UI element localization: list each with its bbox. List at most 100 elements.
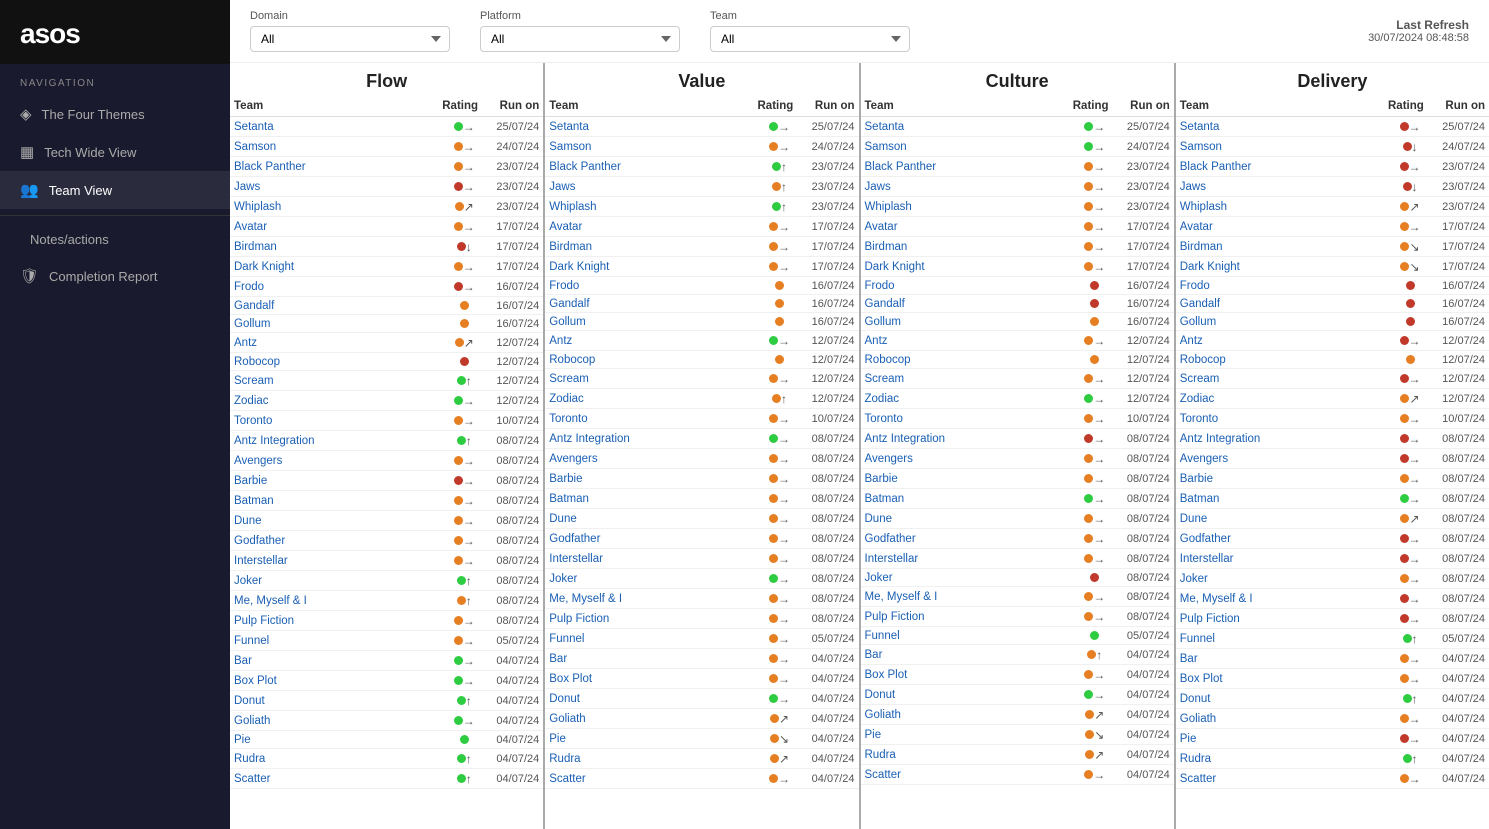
team-name-cell[interactable]: Toronto [545, 409, 753, 429]
team-name[interactable]: Avatar [1180, 221, 1213, 233]
team-name[interactable]: Gollum [234, 318, 270, 330]
team-name[interactable]: Godfather [549, 533, 600, 545]
team-name-cell[interactable]: Dune [230, 511, 438, 531]
team-name-cell[interactable]: Antz [1176, 331, 1384, 351]
team-name[interactable]: Pie [865, 729, 882, 741]
team-name-cell[interactable]: Samson [230, 137, 438, 157]
team-name[interactable]: Robocop [1180, 354, 1226, 366]
team-name-cell[interactable]: Dark Knight [230, 257, 438, 277]
team-name[interactable]: Donut [234, 695, 265, 707]
team-name-cell[interactable]: Box Plot [545, 669, 753, 689]
team-name[interactable]: Pulp Fiction [234, 615, 294, 627]
team-name-cell[interactable]: Setanta [230, 117, 438, 137]
team-name[interactable]: Goliath [1180, 713, 1216, 725]
team-name-cell[interactable]: Goliath [230, 711, 438, 731]
team-name[interactable]: Avatar [549, 221, 582, 233]
team-name[interactable]: Me, Myself & I [1180, 593, 1253, 605]
team-name[interactable]: Black Panther [549, 161, 621, 173]
team-name-cell[interactable]: Box Plot [861, 665, 1069, 685]
team-name-cell[interactable]: Joker [1176, 569, 1384, 589]
team-name-cell[interactable]: Antz [545, 331, 753, 351]
team-name-cell[interactable]: Zodiac [230, 391, 438, 411]
team-name-cell[interactable]: Setanta [545, 117, 753, 137]
team-name[interactable]: Gollum [549, 316, 585, 328]
team-name[interactable]: Whiplash [1180, 201, 1227, 213]
team-name[interactable]: Antz [549, 335, 572, 347]
team-name-cell[interactable]: Antz Integration [230, 431, 438, 451]
team-name-cell[interactable]: Bar [861, 645, 1069, 665]
team-name-cell[interactable]: Avengers [861, 449, 1069, 469]
team-name[interactable]: Bar [1180, 653, 1198, 665]
team-name[interactable]: Scatter [234, 773, 270, 785]
team-name-cell[interactable]: Me, Myself & I [230, 591, 438, 611]
team-name-cell[interactable]: Pie [1176, 729, 1384, 749]
team-name-cell[interactable]: Barbie [230, 471, 438, 491]
team-name[interactable]: Scream [1180, 373, 1220, 385]
team-name[interactable]: Antz [1180, 335, 1203, 347]
team-name-cell[interactable]: Frodo [1176, 277, 1384, 295]
team-name[interactable]: Scatter [549, 773, 585, 785]
team-name[interactable]: Batman [865, 493, 905, 505]
team-name-cell[interactable]: Godfather [545, 529, 753, 549]
team-name[interactable]: Box Plot [865, 669, 908, 681]
team-name[interactable]: Scream [549, 373, 589, 385]
team-name[interactable]: Batman [549, 493, 589, 505]
team-name-cell[interactable]: Gandalf [1176, 295, 1384, 313]
team-name[interactable]: Box Plot [234, 675, 277, 687]
team-name-cell[interactable]: Scatter [545, 769, 753, 789]
team-name[interactable]: Samson [549, 141, 591, 153]
team-name-cell[interactable]: Setanta [1176, 117, 1384, 137]
team-name-cell[interactable]: Godfather [1176, 529, 1384, 549]
team-name[interactable]: Gandalf [549, 298, 589, 310]
sidebar-item-completion[interactable]: 🛡 Completion Report [0, 257, 230, 295]
team-name-cell[interactable]: Dark Knight [545, 257, 753, 277]
team-name[interactable]: Batman [1180, 493, 1220, 505]
team-name-cell[interactable]: Rudra [861, 745, 1069, 765]
team-name-cell[interactable]: Me, Myself & I [861, 587, 1069, 607]
team-name[interactable]: Antz Integration [234, 435, 315, 447]
team-name[interactable]: Avengers [549, 453, 597, 465]
team-name-cell[interactable]: Donut [230, 691, 438, 711]
team-name[interactable]: Robocop [549, 354, 595, 366]
team-name-cell[interactable]: Bar [1176, 649, 1384, 669]
team-name[interactable]: Godfather [1180, 533, 1231, 545]
team-name-cell[interactable]: Frodo [861, 277, 1069, 295]
team-name[interactable]: Whiplash [865, 201, 912, 213]
team-name[interactable]: Gollum [865, 316, 901, 328]
team-name-cell[interactable]: Zodiac [861, 389, 1069, 409]
team-name-cell[interactable]: Interstellar [861, 549, 1069, 569]
team-name-cell[interactable]: Gollum [545, 313, 753, 331]
team-name[interactable]: Bar [234, 655, 252, 667]
team-name[interactable]: Rudra [1180, 753, 1211, 765]
team-name[interactable]: Antz [234, 337, 257, 349]
sidebar-item-notes[interactable]: Notes/actions [0, 222, 230, 257]
team-name-cell[interactable]: Gandalf [230, 297, 438, 315]
team-name-cell[interactable]: Birdman [861, 237, 1069, 257]
sidebar-item-four-themes[interactable]: ◈ The Four Themes [0, 95, 230, 133]
team-name[interactable]: Rudra [549, 753, 580, 765]
team-name-cell[interactable]: Rudra [545, 749, 753, 769]
team-name-cell[interactable]: Antz Integration [1176, 429, 1384, 449]
team-name-cell[interactable]: Box Plot [230, 671, 438, 691]
team-name[interactable]: Goliath [234, 715, 270, 727]
team-name[interactable]: Barbie [549, 473, 582, 485]
team-name-cell[interactable]: Toronto [1176, 409, 1384, 429]
team-name-cell[interactable]: Toronto [861, 409, 1069, 429]
team-name-cell[interactable]: Avengers [545, 449, 753, 469]
team-name-cell[interactable]: Rudra [1176, 749, 1384, 769]
team-name[interactable]: Jaws [865, 181, 891, 193]
team-name-cell[interactable]: Avatar [861, 217, 1069, 237]
team-name[interactable]: Joker [865, 572, 893, 584]
team-name[interactable]: Pulp Fiction [1180, 613, 1240, 625]
team-name[interactable]: Rudra [865, 749, 896, 761]
team-name[interactable]: Black Panther [234, 161, 306, 173]
team-name-cell[interactable]: Gollum [861, 313, 1069, 331]
team-name-cell[interactable]: Frodo [545, 277, 753, 295]
team-name-cell[interactable]: Bar [230, 651, 438, 671]
team-name[interactable]: Donut [1180, 693, 1211, 705]
team-name[interactable]: Joker [549, 573, 577, 585]
team-name-cell[interactable]: Frodo [230, 277, 438, 297]
team-name-cell[interactable]: Box Plot [1176, 669, 1384, 689]
team-name-cell[interactable]: Donut [1176, 689, 1384, 709]
team-name[interactable]: Jaws [549, 181, 575, 193]
